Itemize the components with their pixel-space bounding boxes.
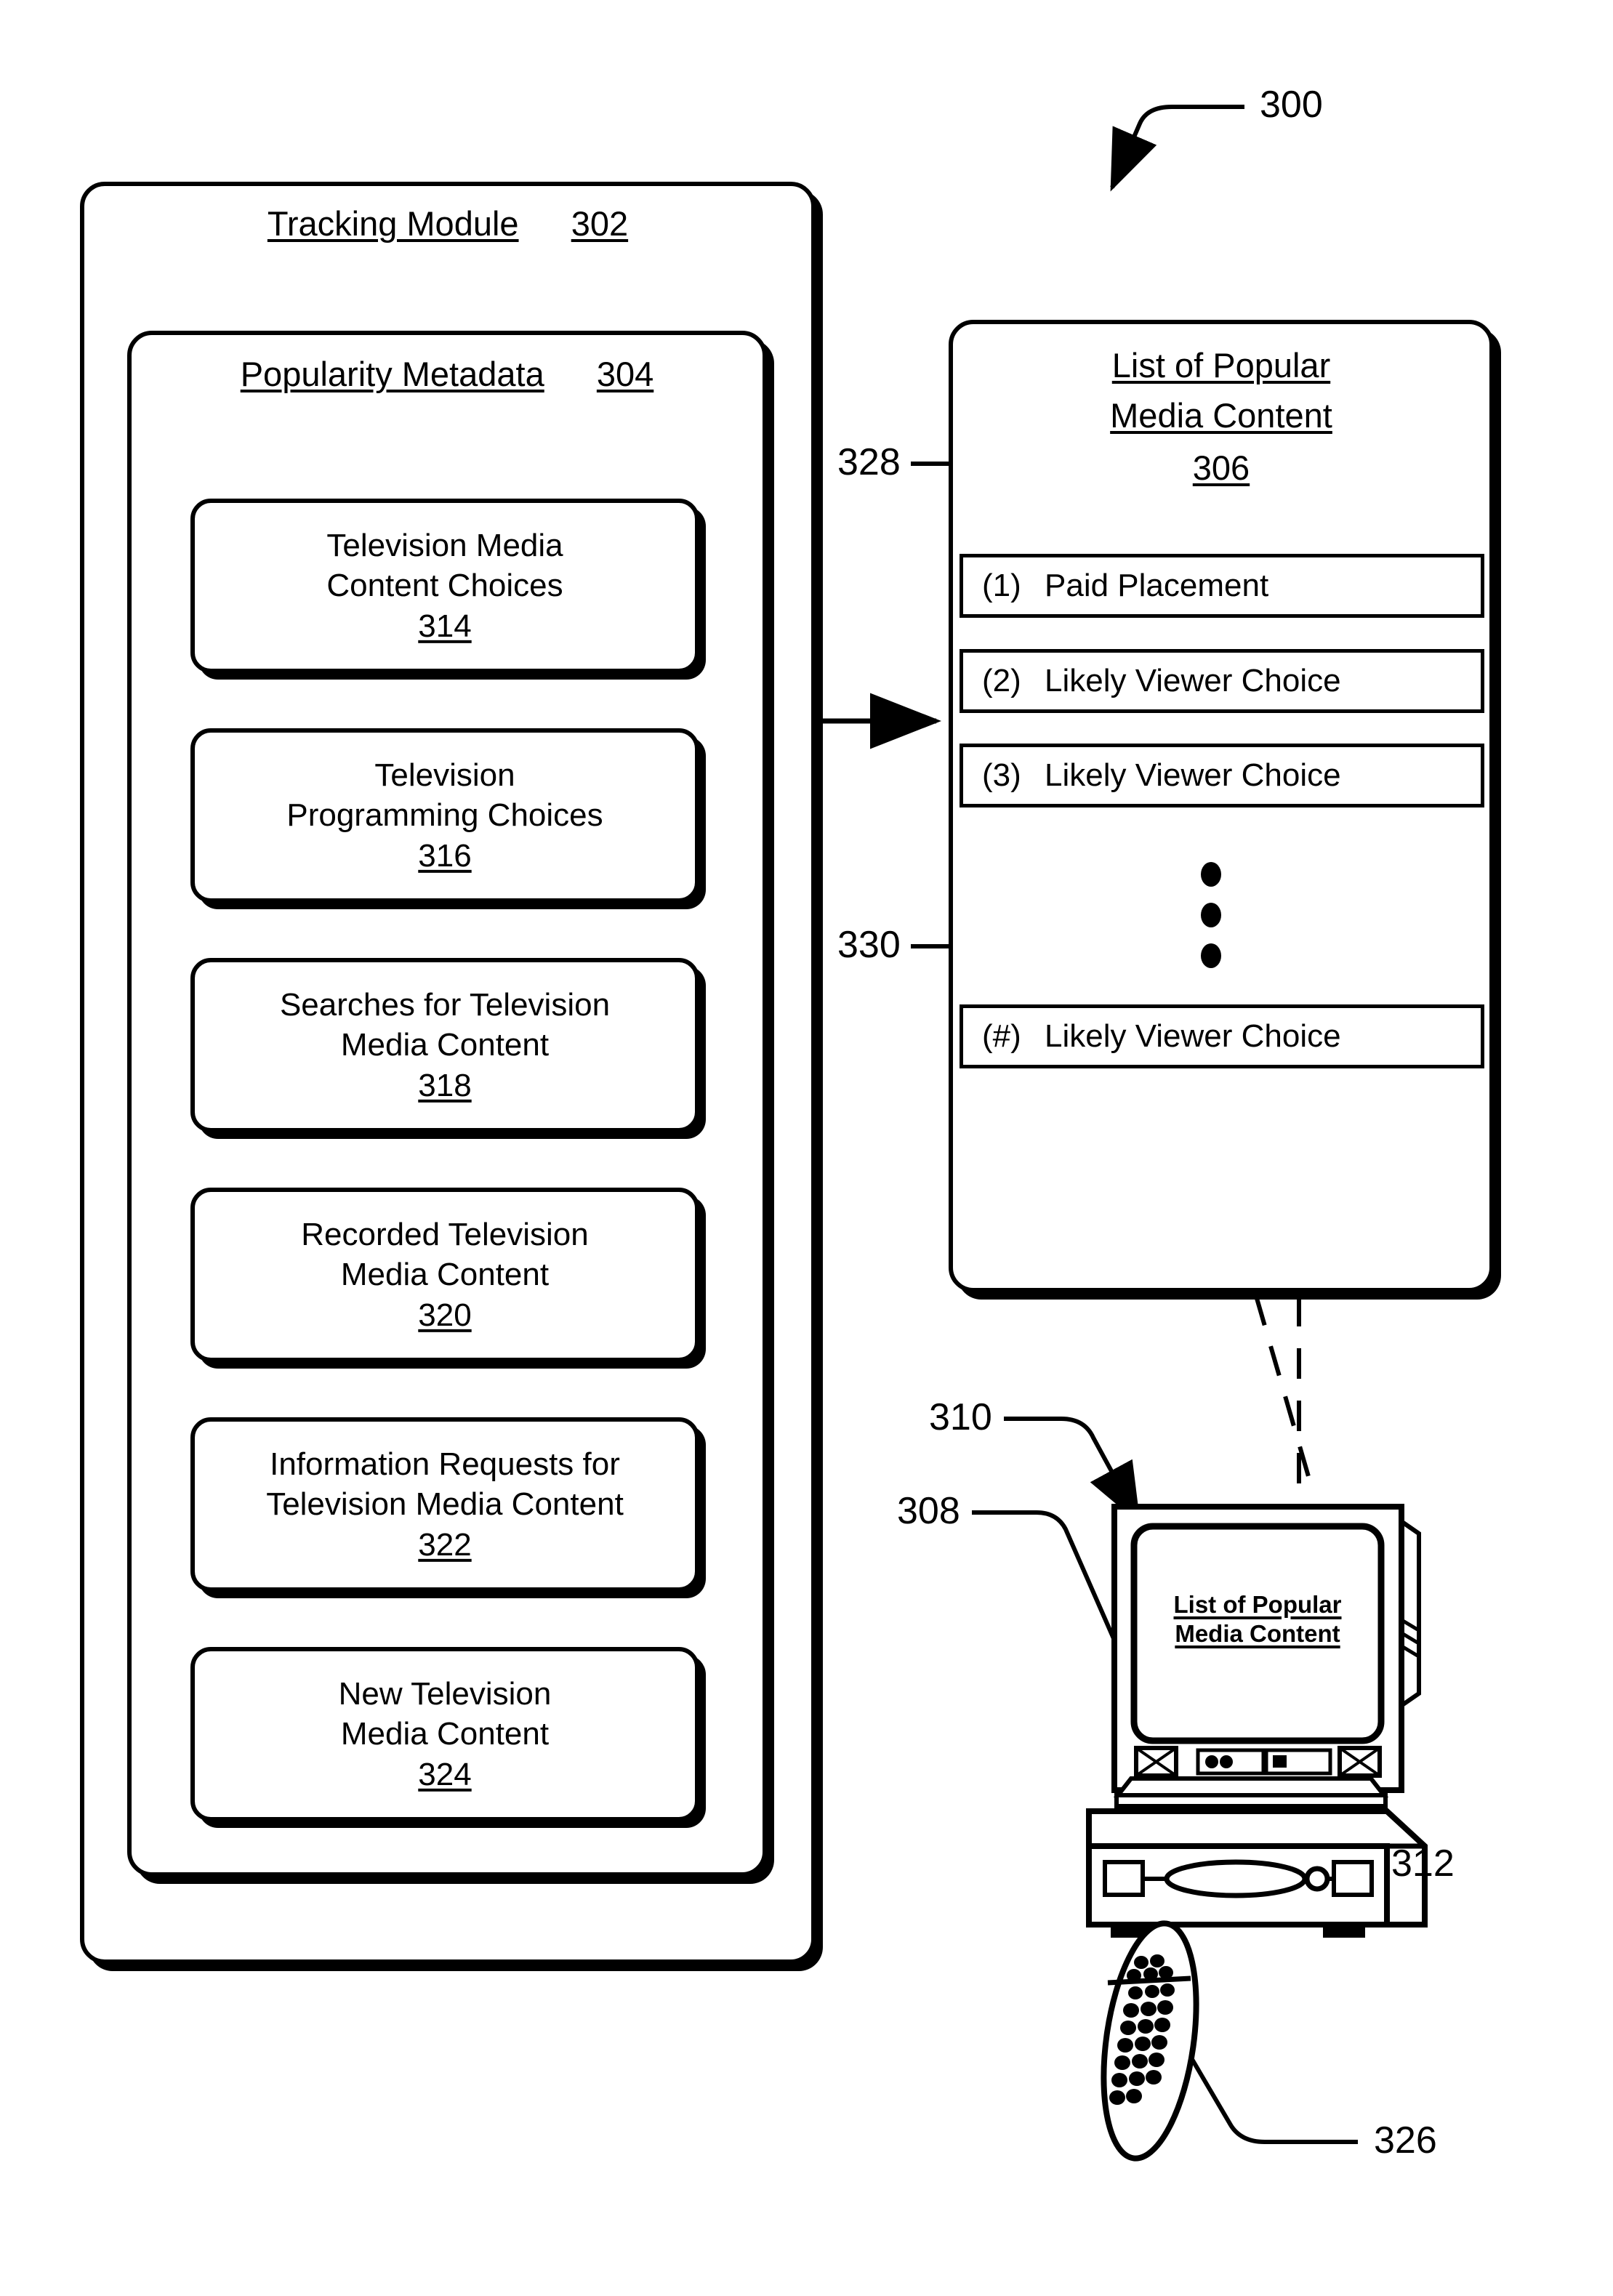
popular-list-title-line2: Media Content	[1110, 396, 1332, 435]
metadata-item-text: New Television Media Content 324	[195, 1674, 695, 1794]
popular-list-row-rank: (#)	[982, 1018, 1021, 1054]
popular-list-row-text: Likely Viewer Choice	[1045, 757, 1341, 793]
metadata-item-line1: Information Requests for	[270, 1446, 620, 1482]
popular-list-row-text: Likely Viewer Choice	[1045, 663, 1341, 698]
metadata-item-recorded-television-media-content[interactable]: Recorded Television Media Content 320	[190, 1188, 699, 1362]
metadata-item-television-programming-choices[interactable]: Television Programming Choices 316	[190, 728, 699, 903]
metadata-item-text: Searches for Television Media Content 31…	[195, 985, 695, 1105]
metadata-item-line2: Content Choices	[326, 568, 563, 604]
metadata-item-line1: Searches for Television	[279, 986, 611, 1023]
ref-328: 328	[837, 441, 901, 483]
popular-list-row-last[interactable]: (#) Likely Viewer Choice	[960, 1004, 1484, 1068]
popular-list-row-rank: (3)	[982, 757, 1021, 793]
metadata-item-line2: Television Media Content	[266, 1486, 624, 1523]
popular-list-row-3[interactable]: (3) Likely Viewer Choice	[960, 744, 1484, 807]
popular-list-row-2[interactable]: (2) Likely Viewer Choice	[960, 649, 1484, 713]
popular-list-row-1[interactable]: (1) Paid Placement	[960, 554, 1484, 618]
popular-list-row-rank: (1)	[982, 568, 1021, 603]
ref-310: 310	[929, 1396, 992, 1438]
metadata-item-line2: Programming Choices	[286, 797, 603, 834]
popular-list-row-text: Paid Placement	[1045, 568, 1269, 603]
popularity-metadata-title-row: Popularity Metadata 304	[127, 354, 767, 394]
metadata-item-line2: Media Content	[340, 1027, 550, 1063]
popular-list-title-line1: List of Popular	[1111, 346, 1331, 384]
ref-308: 308	[897, 1490, 960, 1532]
vertical-ellipsis-icon	[1201, 862, 1221, 984]
metadata-item-text: Television Programming Choices 316	[195, 755, 695, 876]
metadata-item-new-television-media-content[interactable]: New Television Media Content 324	[190, 1647, 699, 1821]
metadata-item-ref: 314	[418, 608, 472, 644]
tracking-module-title: Tracking Module	[267, 204, 519, 243]
patent-figure-300: Tracking Module 302 Popularity Metadata …	[0, 0, 1613, 2296]
tracking-module-title-row: Tracking Module 302	[80, 204, 816, 243]
metadata-item-line1: Television	[374, 757, 515, 793]
metadata-item-text: Information Requests for Television Medi…	[195, 1444, 695, 1565]
metadata-item-line2: Media Content	[340, 1716, 550, 1752]
monitor-screen-line2: Media Content	[1175, 1620, 1340, 1648]
popular-list-ref: 306	[1192, 448, 1250, 487]
popular-list-title: List of Popular	[949, 345, 1494, 385]
metadata-item-searches-for-television-media-content[interactable]: Searches for Television Media Content 31…	[190, 958, 699, 1132]
metadata-item-information-requests-for-television-media-content[interactable]: Information Requests for Television Medi…	[190, 1417, 699, 1592]
metadata-item-line2: Media Content	[340, 1257, 550, 1293]
popularity-metadata-ref: 304	[596, 355, 654, 393]
metadata-item-ref: 322	[418, 1526, 472, 1563]
metadata-item-text: Recorded Television Media Content 320	[195, 1215, 695, 1335]
metadata-item-ref: 318	[418, 1067, 472, 1103]
popular-list-title-line2-row: Media Content	[949, 395, 1494, 435]
popular-list-ref-row: 306	[949, 448, 1494, 488]
metadata-item-line1: Recorded Television	[301, 1216, 589, 1252]
tracking-module-ref: 302	[571, 204, 629, 243]
ref-figure-300: 300	[1260, 84, 1323, 126]
metadata-item-television-media-content-choices[interactable]: Television Media Content Choices 314	[190, 499, 699, 673]
monitor-screen-line1: List of Popular	[1173, 1591, 1342, 1618]
metadata-item-text: Television Media Content Choices 314	[195, 525, 695, 646]
ref-326: 326	[1374, 2119, 1437, 2162]
metadata-item-ref: 320	[418, 1297, 472, 1333]
metadata-item-ref: 316	[418, 837, 472, 874]
metadata-item-line1: Television Media	[326, 527, 563, 563]
ref-330: 330	[837, 924, 901, 966]
popular-list-row-text: Likely Viewer Choice	[1045, 1018, 1341, 1054]
ref-312: 312	[1391, 1842, 1455, 1885]
monitor-screen-text: List of Popular Media Content	[1134, 1590, 1381, 1649]
popularity-metadata-title: Popularity Metadata	[240, 355, 544, 393]
popular-list-row-rank: (2)	[982, 663, 1021, 698]
metadata-item-line1: New Television	[338, 1675, 552, 1712]
metadata-item-ref: 324	[418, 1756, 472, 1792]
